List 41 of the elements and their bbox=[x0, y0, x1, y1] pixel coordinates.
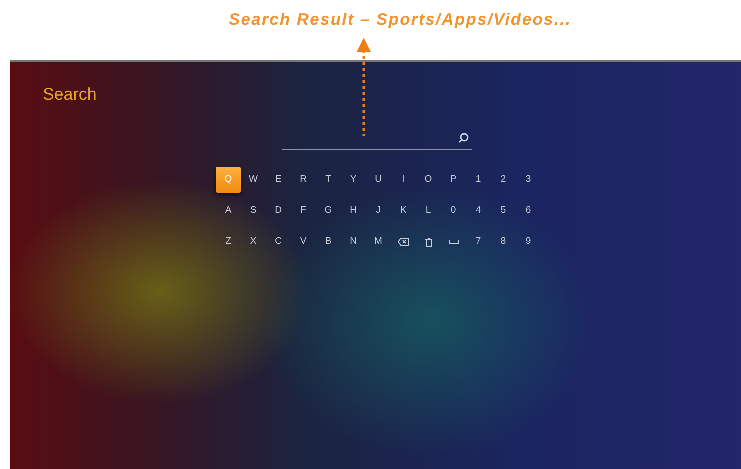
key-button[interactable]: B bbox=[316, 229, 341, 255]
key-button[interactable]: Y bbox=[341, 167, 366, 193]
key-button[interactable]: 9 bbox=[516, 229, 541, 255]
page-title: Search bbox=[43, 84, 97, 106]
key-button[interactable]: A bbox=[216, 198, 241, 224]
key-button[interactable]: R bbox=[291, 167, 316, 193]
key-button[interactable]: E bbox=[266, 167, 291, 193]
key-button[interactable]: 5 bbox=[491, 198, 516, 224]
key-button[interactable]: O bbox=[416, 167, 441, 193]
key-button[interactable]: D bbox=[266, 198, 291, 224]
space-icon bbox=[448, 240, 458, 244]
key-button[interactable]: T bbox=[316, 167, 341, 193]
key-button[interactable]: 1 bbox=[466, 167, 491, 193]
key-button[interactable]: 6 bbox=[516, 198, 541, 224]
key-button[interactable]: N bbox=[341, 229, 366, 255]
key-button[interactable]: M bbox=[366, 229, 391, 255]
key-button[interactable]: W bbox=[241, 167, 266, 193]
search-icon[interactable] bbox=[458, 132, 470, 144]
key-button[interactable]: 8 bbox=[491, 229, 516, 255]
key-button[interactable]: 3 bbox=[516, 167, 541, 193]
key-button[interactable]: 7 bbox=[466, 229, 491, 255]
key-button[interactable]: Z bbox=[216, 229, 241, 255]
key-button[interactable]: V bbox=[291, 229, 316, 255]
key-button[interactable]: F bbox=[291, 198, 316, 224]
key-button[interactable]: J bbox=[366, 198, 391, 224]
trash-icon bbox=[424, 238, 432, 246]
key-button[interactable]: C bbox=[266, 229, 291, 255]
annotation-text: Search Result – Sports/Apps/Videos... bbox=[229, 10, 572, 31]
key-button[interactable]: H bbox=[341, 198, 366, 224]
key-button[interactable]: S bbox=[241, 198, 266, 224]
key-button[interactable]: 4 bbox=[466, 198, 491, 224]
key-button[interactable]: 2 bbox=[491, 167, 516, 193]
key-button[interactable]: P bbox=[441, 167, 466, 193]
key-button[interactable]: 0 bbox=[441, 198, 466, 224]
key-button[interactable]: K bbox=[391, 198, 416, 224]
backspace-icon bbox=[398, 238, 409, 246]
key-button[interactable]: I bbox=[391, 167, 416, 193]
key-button[interactable]: G bbox=[316, 198, 341, 224]
key-button[interactable]: U bbox=[366, 167, 391, 193]
key-button[interactable]: L bbox=[416, 198, 441, 224]
key-button[interactable]: X bbox=[241, 229, 266, 255]
